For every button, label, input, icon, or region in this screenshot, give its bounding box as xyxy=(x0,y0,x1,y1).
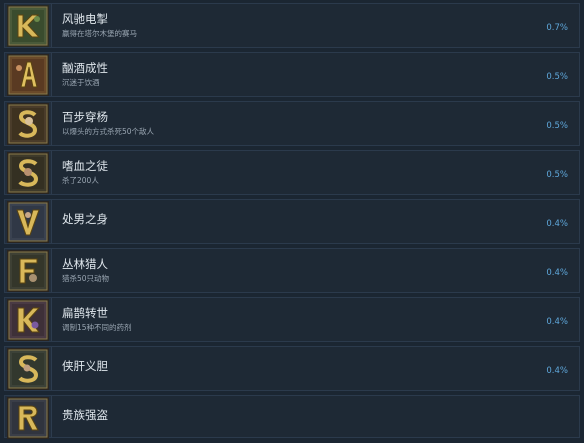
achievement-list: 风驰电掣 赢得在塔尔木堡的赛马 0.7% 酗酒成性 沉迷于饮酒 0.5% 百步穿… xyxy=(0,0,584,441)
achievement-percent: 0.4% xyxy=(546,366,568,376)
achievement-title: 嗜血之徒 xyxy=(62,159,108,173)
knight-horse-icon xyxy=(7,5,49,47)
achievement-title: 丛林猎人 xyxy=(62,257,108,271)
achievement-row[interactable]: 百步穿杨 以爆头的方式杀死50个敌人 0.5% xyxy=(4,101,580,146)
achievement-panel: 丛林猎人 猎杀50只动物 0.4% xyxy=(51,249,579,292)
achievement-percent: 0.4% xyxy=(546,268,568,278)
achievement-title: 百步穿杨 xyxy=(62,110,108,124)
achievement-panel: 百步穿杨 以爆头的方式杀死50个敌人 0.5% xyxy=(51,102,579,145)
achievement-percent: 0.4% xyxy=(546,219,568,229)
achievement-desc: 猎杀50只动物 xyxy=(62,274,110,283)
achievement-panel: 风驰电掣 赢得在塔尔木堡的赛马 0.7% xyxy=(51,4,579,47)
achievement-row[interactable]: 酗酒成性 沉迷于饮酒 0.5% xyxy=(4,52,580,97)
alchemist-icon xyxy=(7,299,49,341)
achievement-title: 酗酒成性 xyxy=(62,61,108,75)
achievement-desc: 沉迷于饮酒 xyxy=(62,78,100,87)
achievement-percent: 0.4% xyxy=(546,317,568,327)
achievement-row[interactable]: 贵族强盗 xyxy=(4,395,580,439)
achievement-panel: 贵族强盗 xyxy=(51,396,579,437)
achievement-title: 扁鹊转世 xyxy=(62,306,108,320)
bloodthirst-icon xyxy=(7,152,49,194)
achievement-row[interactable]: 丛林猎人 猎杀50只动物 0.4% xyxy=(4,248,580,293)
achievement-title: 侠肝义胆 xyxy=(62,359,108,373)
achievement-row[interactable]: 侠肝义胆 0.4% xyxy=(4,346,580,391)
achievement-row[interactable]: 扁鹊转世 调制15种不同的药剂 0.4% xyxy=(4,297,580,342)
achievement-title: 处男之身 xyxy=(62,212,108,226)
drunkard-icon xyxy=(7,54,49,96)
achievement-percent: 0.5% xyxy=(546,72,568,82)
achievement-panel: 处男之身 0.4% xyxy=(51,200,579,243)
achievement-desc: 以爆头的方式杀死50个敌人 xyxy=(62,127,155,136)
hunter-icon xyxy=(7,250,49,292)
achievement-panel: 侠肝义胆 0.4% xyxy=(51,347,579,390)
achievement-percent: 0.7% xyxy=(546,23,568,33)
archer-icon xyxy=(7,103,49,145)
virgin-icon xyxy=(7,201,49,243)
noble-bandit-icon xyxy=(7,397,49,439)
achievement-panel: 酗酒成性 沉迷于饮酒 0.5% xyxy=(51,53,579,96)
achievement-desc: 赢得在塔尔木堡的赛马 xyxy=(62,29,137,38)
achievement-title: 风驰电掣 xyxy=(62,12,108,26)
achievement-panel: 嗜血之徒 杀了200人 0.5% xyxy=(51,151,579,194)
achievement-desc: 杀了200人 xyxy=(62,176,99,185)
achievement-panel: 扁鹊转世 调制15种不同的药剂 0.4% xyxy=(51,298,579,341)
achievement-title: 贵族强盗 xyxy=(62,408,108,422)
achievement-row[interactable]: 嗜血之徒 杀了200人 0.5% xyxy=(4,150,580,195)
achievement-desc: 调制15种不同的药剂 xyxy=(62,323,132,332)
achievement-percent: 0.5% xyxy=(546,121,568,131)
achievement-row[interactable]: 风驰电掣 赢得在塔尔木堡的赛马 0.7% xyxy=(4,3,580,48)
chivalry-icon xyxy=(7,348,49,390)
achievement-row[interactable]: 处男之身 0.4% xyxy=(4,199,580,244)
achievement-percent: 0.5% xyxy=(546,170,568,180)
